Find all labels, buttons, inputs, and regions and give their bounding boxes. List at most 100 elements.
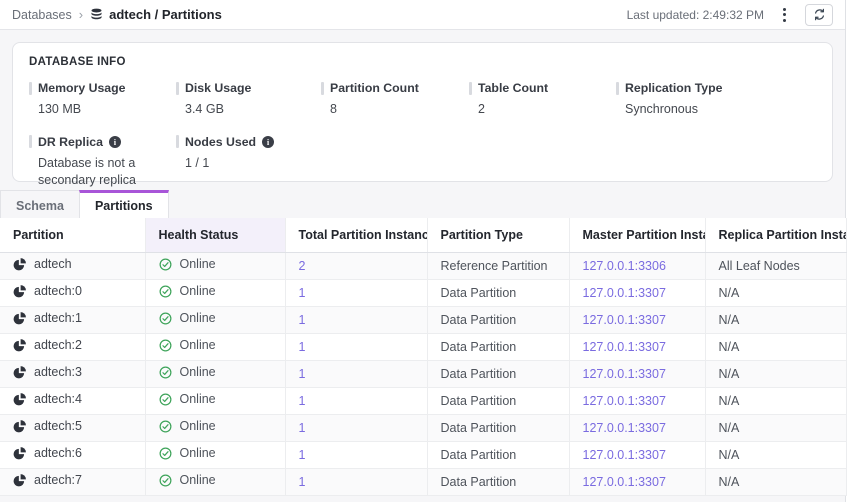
metric-label: Replication Type [625,81,722,95]
health-status: Online [180,392,216,406]
metric: Disk Usage 3.4 GB [176,81,321,118]
total-instances-link[interactable]: 1 [299,448,306,462]
tab-schema[interactable]: Schema [0,190,80,218]
partition-type: Data Partition [441,394,517,408]
table-body: adtech Online 2 Reference Partition 127.… [0,252,846,495]
master-instance-link[interactable]: 127.0.0.1:3306 [583,259,666,273]
metric-label: DR Replica [38,135,103,149]
metric-value: 3.4 GB [185,101,317,118]
table-row: adtech:0 Online 1 Data Partition 127.0.0… [0,279,846,306]
master-instance-link[interactable]: 127.0.0.1:3307 [583,421,666,435]
replica-instance: All Leaf Nodes [719,259,800,273]
pie-chart-icon [13,258,26,271]
metric-value: 130 MB [38,101,170,118]
total-instances-link[interactable]: 2 [299,259,306,273]
pie-chart-icon [13,393,26,406]
pie-chart-icon [13,312,26,325]
metric: Table Count 2 [469,81,616,118]
column-header[interactable]: Replica Partition Instance ... [705,218,846,252]
total-instances-link[interactable]: 1 [299,286,306,300]
check-circle-icon [159,258,172,271]
metric-accent-bar [321,82,324,95]
check-circle-icon [159,420,172,433]
info-icon[interactable]: i [109,136,121,148]
table-header-row: PartitionHealth StatusTotal Partition In… [0,218,846,252]
pie-chart-icon [13,474,26,487]
health-status: Online [180,311,216,325]
partition-name: adtech:6 [34,446,82,460]
pie-chart-icon [13,285,26,298]
column-header[interactable]: Partition Type [427,218,569,252]
breadcrumb-databases-link[interactable]: Databases [12,8,72,22]
health-status: Online [180,446,216,460]
column-header[interactable]: Total Partition Instances [285,218,427,252]
master-instance-link[interactable]: 127.0.0.1:3307 [583,286,666,300]
health-status: Online [180,419,216,433]
total-instances-link[interactable]: 1 [299,367,306,381]
partition-name: adtech:3 [34,365,82,379]
tab-bar: Schema Partitions [0,190,845,218]
metric-accent-bar [29,135,32,148]
table-row: adtech Online 2 Reference Partition 127.… [0,252,846,279]
table-row: adtech:1 Online 1 Data Partition 127.0.0… [0,306,846,333]
check-circle-icon [159,312,172,325]
health-status: Online [180,257,216,271]
total-instances-link[interactable]: 1 [299,475,306,489]
metric-value: 8 [330,101,462,118]
last-updated-text: Last updated: 2:49:32 PM [627,8,764,22]
master-instance-link[interactable]: 127.0.0.1:3307 [583,367,666,381]
metric: Nodes Used i 1 / 1 [176,135,321,189]
metric-accent-bar [176,135,179,148]
tab-label: Partitions [95,199,153,213]
partition-name: adtech:7 [34,473,82,487]
breadcrumb-chevron-icon: › [79,7,83,22]
tab-partitions[interactable]: Partitions [79,190,169,218]
page: Databases › adtech / Partitions Last upd… [0,0,846,502]
metric-accent-bar [469,82,472,95]
total-instances-link[interactable]: 1 [299,340,306,354]
master-instance-link[interactable]: 127.0.0.1:3307 [583,394,666,408]
info-icon[interactable]: i [262,136,274,148]
table-row: adtech:4 Online 1 Data Partition 127.0.0… [0,387,846,414]
health-status: Online [180,473,216,487]
total-instances-link[interactable]: 1 [299,394,306,408]
health-status: Online [180,365,216,379]
pie-chart-icon [13,420,26,433]
partition-name: adtech:5 [34,419,82,433]
health-status: Online [180,284,216,298]
kebab-menu-icon[interactable] [778,5,791,25]
refresh-button[interactable] [805,4,833,26]
table-row: adtech:7 Online 1 Data Partition 127.0.0… [0,468,846,495]
partition-type: Data Partition [441,367,517,381]
partition-name: adtech [34,257,72,271]
total-instances-link[interactable]: 1 [299,421,306,435]
database-info-card: DATABASE INFO Memory Usage 130 MB Disk U… [12,42,833,182]
table-row: adtech:6 Online 1 Data Partition 127.0.0… [0,441,846,468]
pie-chart-icon [13,366,26,379]
check-circle-icon [159,339,172,352]
partition-type: Data Partition [441,340,517,354]
column-header[interactable]: Master Partition Instance ... [569,218,705,252]
master-instance-link[interactable]: 127.0.0.1:3307 [583,313,666,327]
page-title: adtech / Partitions [109,7,222,22]
replica-instance: N/A [719,340,740,354]
partitions-table: PartitionHealth StatusTotal Partition In… [0,218,847,496]
metric-accent-bar [29,82,32,95]
replica-instance: N/A [719,448,740,462]
replica-instance: N/A [719,475,740,489]
metric: Partition Count 8 [321,81,469,118]
partition-name: adtech:0 [34,284,82,298]
total-instances-link[interactable]: 1 [299,313,306,327]
master-instance-link[interactable]: 127.0.0.1:3307 [583,448,666,462]
replica-instance: N/A [719,394,740,408]
column-header[interactable]: Partition [0,218,145,252]
database-icon [90,8,103,21]
column-header[interactable]: Health Status [145,218,285,252]
pie-chart-icon [13,339,26,352]
table-row: adtech:5 Online 1 Data Partition 127.0.0… [0,414,846,441]
tab-label: Schema [16,199,64,213]
master-instance-link[interactable]: 127.0.0.1:3307 [583,475,666,489]
master-instance-link[interactable]: 127.0.0.1:3307 [583,340,666,354]
metric-value: Synchronous [625,101,757,118]
check-circle-icon [159,366,172,379]
